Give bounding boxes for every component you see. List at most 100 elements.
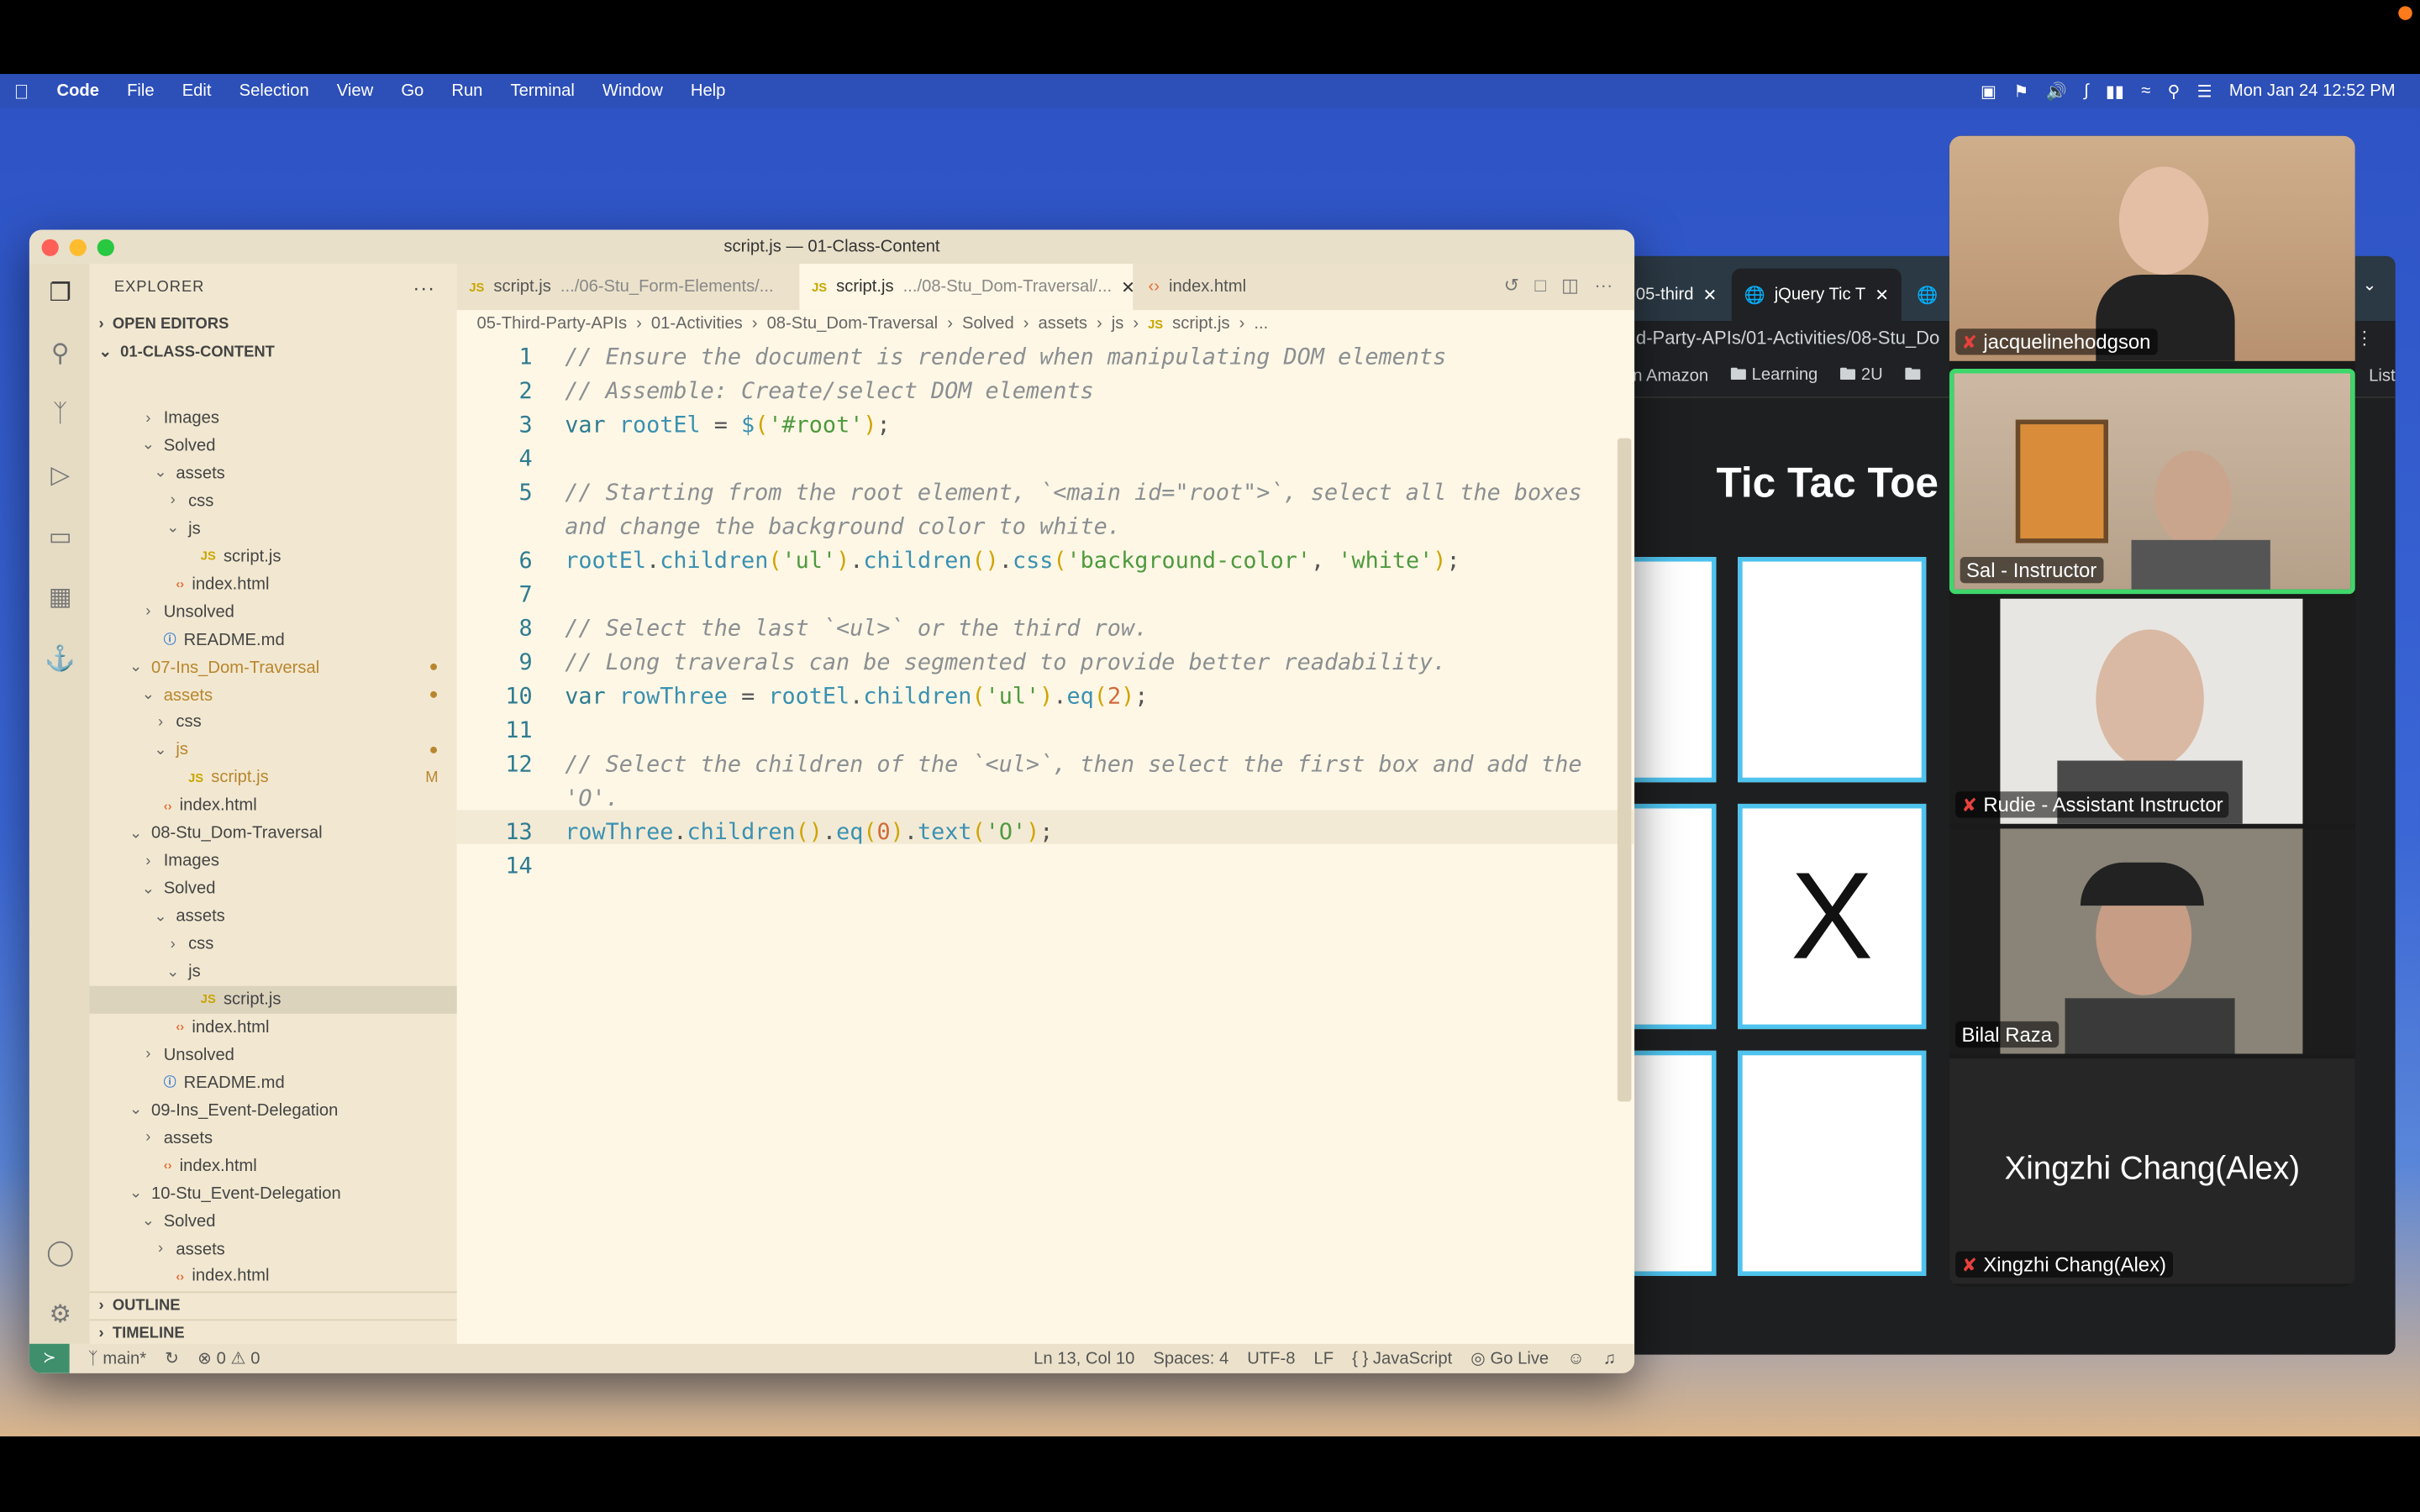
sync-icon[interactable]: ↻	[165, 1348, 179, 1368]
minimize-window-button[interactable]	[69, 239, 87, 256]
reading-list[interactable]: List	[2369, 366, 2395, 385]
go-live-button[interactable]: ◎ Go Live	[1470, 1348, 1549, 1368]
tree-folder[interactable]: ⌄ Solved	[90, 875, 457, 903]
menu-file[interactable]: File	[113, 81, 169, 100]
breadcrumb-item[interactable]: assets	[1039, 315, 1087, 333]
close-window-button[interactable]	[41, 239, 59, 256]
ttt-cell[interactable]	[1623, 1050, 1717, 1276]
tree-folder[interactable]: ⌄ assets	[90, 903, 457, 931]
tree-folder[interactable]: › assets	[90, 1235, 457, 1263]
tab-index-html[interactable]: ‹› index.html	[1136, 264, 1291, 310]
line-ending[interactable]: LF	[1314, 1349, 1334, 1368]
flag-icon[interactable]: ⚑	[2013, 81, 2028, 101]
open-editors-section[interactable]: › OPEN EDITORS	[90, 310, 457, 338]
apple-icon[interactable]: 	[0, 80, 43, 103]
feedback-icon[interactable]: ☺	[1567, 1349, 1585, 1368]
search-icon[interactable]: ⚲	[43, 336, 76, 370]
menu-edit[interactable]: Edit	[168, 81, 225, 100]
breadcrumb-item[interactable]: 01-Activities	[651, 315, 743, 333]
remote-icon[interactable]: ≻	[29, 1343, 70, 1373]
tab-script-dom-traversal[interactable]: JS script.js .../08-Stu_Dom-Traversal/..…	[799, 264, 1135, 311]
tree-folder[interactable]: ⌄ assets ●	[90, 681, 457, 709]
tree-file[interactable]: ‹› index.html	[90, 792, 457, 820]
participant-tile[interactable]: Xingzhi Chang(Alex) ✘ Xingzhi Chang(Alex)	[1949, 1058, 2355, 1284]
tree-folder[interactable]: ⌄ 10-Stu_Event-Delegation	[90, 1179, 457, 1207]
encoding[interactable]: UTF-8	[1247, 1349, 1295, 1368]
extensions-icon[interactable]: ▦	[43, 580, 76, 614]
code-editor[interactable]: 1 // Ensure the document is rendered when…	[456, 338, 1635, 1352]
tree-folder[interactable]: ⌄ js ●	[90, 737, 457, 764]
breadcrumb-item[interactable]: 08-Stu_Dom-Traversal	[767, 315, 939, 333]
browser-tab-next[interactable]: 🌐	[1905, 269, 1951, 321]
tree-folder[interactable]: ⌄ Solved	[90, 432, 457, 459]
participant-tile[interactable]: Bilal Raza	[1949, 828, 2355, 1054]
code-line[interactable]: rowThree.children().eq(0).text('O');	[565, 819, 1053, 845]
close-icon[interactable]: ✕	[1875, 285, 1889, 305]
breadcrumb-item[interactable]: script.js	[1172, 315, 1229, 333]
code-line[interactable]: 'O'.	[565, 785, 619, 811]
tree-folder[interactable]: ⌄ assets	[90, 459, 457, 487]
browser-tab-third[interactable]: 05-third ✕	[1623, 269, 1729, 321]
cursor-position[interactable]: Ln 13, Col 10	[1034, 1349, 1134, 1368]
tree-folder[interactable]: › Images	[90, 404, 457, 432]
battery-icon[interactable]: ▮▮	[2106, 81, 2124, 101]
menu-selection[interactable]: Selection	[225, 81, 323, 100]
history-icon[interactable]: ↺	[1504, 275, 1519, 297]
indentation[interactable]: Spaces: 4	[1153, 1349, 1228, 1368]
menu-terminal[interactable]: Terminal	[497, 81, 588, 100]
accessibility-icon[interactable]: ▣	[1981, 81, 1996, 101]
breadcrumb-item[interactable]: Solved	[962, 315, 1014, 333]
tree-folder[interactable]: › css	[90, 931, 457, 958]
docker-icon[interactable]: ⚓	[43, 642, 76, 675]
ttt-cell[interactable]	[1738, 557, 1927, 783]
code-line[interactable]: rootEl.children('ul').children().css('ba…	[565, 548, 1460, 574]
tree-folder[interactable]: › css	[90, 487, 457, 515]
account-icon[interactable]: ◯	[43, 1236, 76, 1269]
tree-folder[interactable]: ⌄ js	[90, 515, 457, 543]
bluetooth-icon[interactable]: ∫	[2084, 81, 2089, 100]
participant-tile-active-speaker[interactable]: Sal - Instructor	[1949, 368, 2355, 595]
code-line[interactable]: // Long traverals can be segmented to pr…	[565, 649, 1446, 675]
breadcrumb-item[interactable]: ...	[1254, 315, 1268, 333]
participant-tile[interactable]: ✘ Rudie - Assistant Instructor	[1949, 598, 2355, 824]
split-editor-icon[interactable]: ◫	[1561, 275, 1579, 297]
ttt-cell[interactable]: X	[1738, 803, 1927, 1030]
language-mode[interactable]: { } JavaScript	[1352, 1349, 1452, 1368]
open-changes-icon[interactable]: □	[1534, 275, 1545, 297]
more-actions-icon[interactable]: ···	[1594, 275, 1612, 297]
problems-indicator[interactable]: ⊗ 0 ⚠ 0	[197, 1348, 260, 1368]
tree-folder[interactable]: ⌄ 09-Ins_Event-Delegation	[90, 1096, 457, 1124]
ttt-cell[interactable]	[1623, 557, 1717, 783]
close-icon[interactable]: ✕	[1702, 285, 1717, 305]
code-line[interactable]: // Ensure the document is rendered when …	[565, 344, 1446, 370]
wifi-icon[interactable]: ≈	[2141, 81, 2150, 100]
gear-icon[interactable]: ⚙	[43, 1298, 76, 1331]
tree-file[interactable]: JS script.js	[89, 985, 457, 1014]
tree-file[interactable]: ⓘ README.md	[90, 626, 457, 654]
participant-tile[interactable]: ✘ jacquelinehodgson	[1949, 135, 2355, 361]
breadcrumb-item[interactable]: js	[1112, 315, 1124, 333]
remote-explorer-icon[interactable]: ▭	[43, 520, 76, 554]
tree-folder[interactable]: › Images	[90, 848, 457, 875]
control-center-icon[interactable]: ☰	[2197, 81, 2212, 101]
code-line[interactable]: var rootEl = $('#root');	[565, 412, 890, 438]
tree-file[interactable]: ‹› index.html	[90, 1152, 457, 1179]
code-line[interactable]: var rowThree = rootEl.children('ul').eq(…	[565, 684, 1148, 710]
tree-folder[interactable]: ⌄ Solved	[90, 1207, 457, 1235]
tree-file[interactable]: ‹› index.html	[90, 570, 457, 598]
tree-file[interactable]: ⓘ README.md	[90, 1068, 457, 1096]
bell-icon[interactable]: ♫	[1603, 1349, 1616, 1368]
code-line[interactable]: and change the background color to white…	[565, 514, 1121, 540]
code-line[interactable]: // Select the last `<ul>` or the third r…	[565, 616, 1148, 642]
tree-folder[interactable]: › Unsolved	[90, 598, 457, 626]
zoom-window-button[interactable]	[97, 239, 114, 256]
tree-folder[interactable]: ⌄ 08-Stu_Dom-Traversal	[90, 820, 457, 848]
bookmark-amazon[interactable]: n Amazon	[1633, 366, 1708, 385]
more-icon[interactable]: ⋮	[2355, 327, 2374, 349]
code-line[interactable]: // Assemble: Create/select DOM elements	[565, 378, 1093, 404]
menu-run[interactable]: Run	[438, 81, 497, 100]
bookmark-learning[interactable]: 🖿 Learning	[1730, 361, 1818, 391]
breadcrumb-item[interactable]: 05-Third-Party-APIs	[477, 315, 628, 333]
menu-help[interactable]: Help	[676, 81, 739, 100]
run-debug-icon[interactable]: ▷	[43, 459, 76, 492]
